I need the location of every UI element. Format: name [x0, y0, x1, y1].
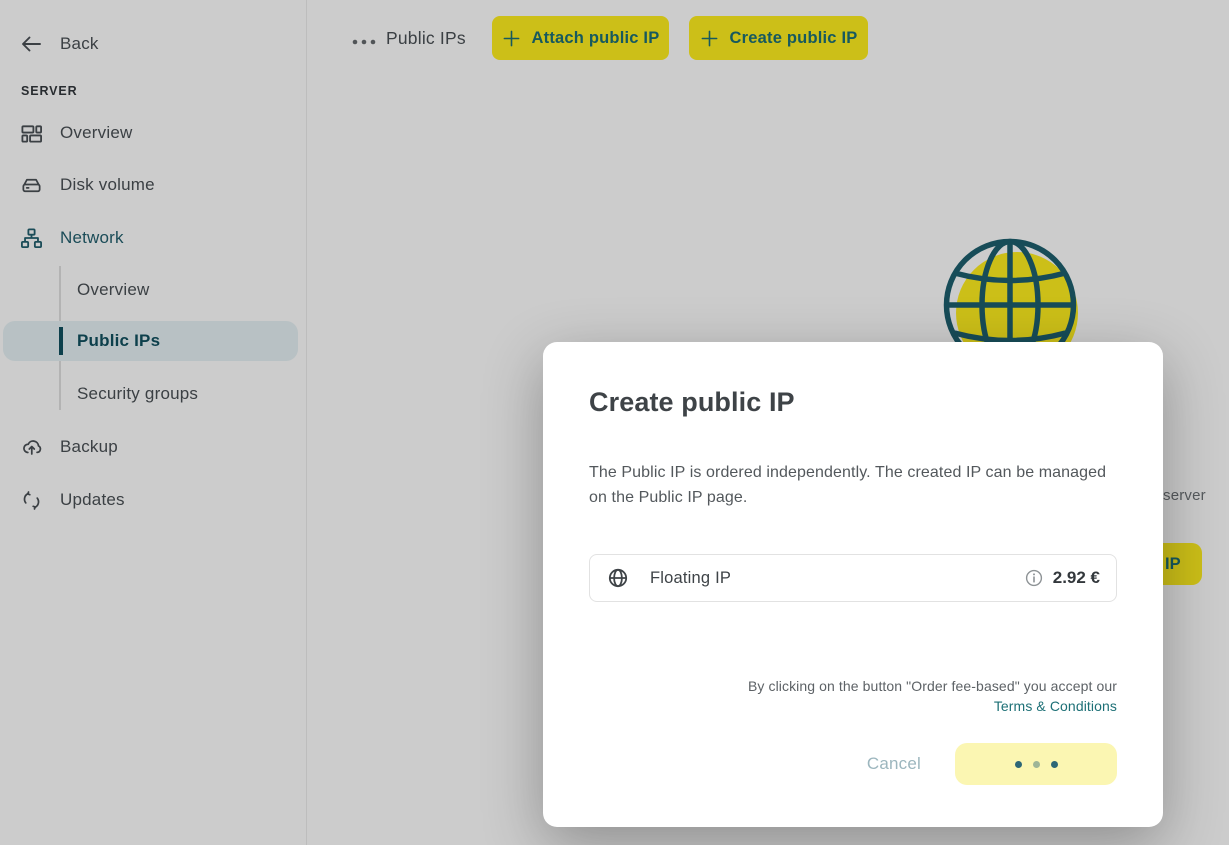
order-fee-based-button-loading[interactable] [955, 743, 1117, 785]
ip-option-price: 2.92 € [1053, 568, 1100, 588]
globe-icon [607, 567, 629, 589]
modal-footer: Cancel [867, 743, 1117, 785]
modal-title: Create public IP [589, 387, 795, 418]
terms-notice: By clicking on the button "Order fee-bas… [748, 676, 1117, 716]
modal-description: The Public IP is ordered independently. … [589, 461, 1121, 510]
create-public-ip-modal: Create public IP The Public IP is ordere… [543, 342, 1163, 827]
loading-dot [1051, 761, 1058, 768]
ip-option-label: Floating IP [650, 569, 731, 588]
terms-text: By clicking on the button "Order fee-bas… [748, 678, 1117, 694]
loading-dot [1015, 761, 1022, 768]
terms-and-conditions-link[interactable]: Terms & Conditions [994, 698, 1117, 714]
loading-dot [1033, 761, 1040, 768]
cancel-button[interactable]: Cancel [867, 754, 921, 774]
floating-ip-option[interactable]: Floating IP 2.92 € [589, 554, 1117, 602]
app-root: Back SERVER Overview [0, 0, 1229, 845]
info-icon[interactable] [1025, 569, 1043, 587]
